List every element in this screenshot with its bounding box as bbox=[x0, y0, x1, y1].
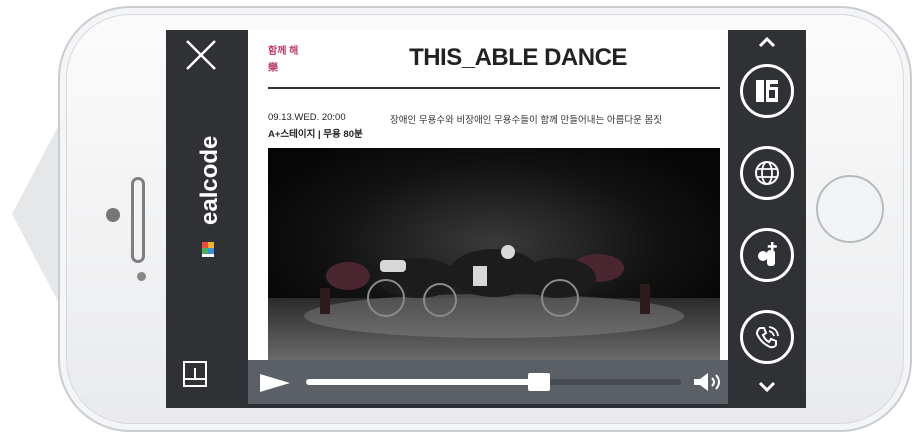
player-bar bbox=[248, 360, 728, 404]
event-tag-line: 함께 해 bbox=[268, 46, 299, 57]
phone-sensor bbox=[137, 272, 146, 281]
phone-glyph bbox=[755, 326, 779, 349]
add-favorite-icon[interactable] bbox=[740, 228, 794, 282]
phone-home-button[interactable] bbox=[816, 175, 884, 243]
chevron-down-icon[interactable] bbox=[757, 381, 777, 393]
event-date-time: 09.13.WED. 20:00 bbox=[268, 112, 346, 123]
left-panel: ealcode bbox=[166, 30, 248, 408]
event-tag-line: 樂 bbox=[268, 63, 278, 74]
event-title: THIS_ABLE DANCE bbox=[409, 44, 627, 71]
progress-fill bbox=[306, 379, 539, 385]
event-detail-page: 함께 해 樂 THIS_ABLE DANCE 09.13.WED. 20:00 … bbox=[248, 30, 728, 360]
globe-icon[interactable] bbox=[740, 146, 794, 200]
right-panel bbox=[728, 30, 806, 408]
event-description: 장애인 무용수와 비장애인 무용수들이 함께 만들어내는 아름다운 몸짓 bbox=[390, 115, 662, 126]
phone-front-camera bbox=[106, 208, 120, 222]
play-icon[interactable] bbox=[258, 372, 292, 394]
brand-logo-icon bbox=[202, 242, 214, 257]
share-icon[interactable] bbox=[740, 64, 794, 118]
progress-thumb[interactable] bbox=[527, 373, 550, 391]
progress-slider[interactable] bbox=[306, 373, 681, 391]
share-glyph bbox=[756, 80, 778, 102]
globe-glyph bbox=[755, 161, 779, 185]
app-screen: ealcode 함께 해 樂 THIS_ABLE DANCE 09.13.WED… bbox=[166, 30, 806, 408]
bookmark-icon[interactable] bbox=[182, 360, 208, 388]
title-divider bbox=[268, 87, 720, 89]
event-tag: 함께 해 樂 bbox=[268, 43, 328, 77]
event-venue-genre: A+스테이지 | 무용 80분 bbox=[268, 129, 363, 140]
phone-icon[interactable] bbox=[740, 310, 794, 364]
phone-speaker bbox=[131, 177, 145, 263]
volume-icon[interactable] bbox=[692, 371, 728, 393]
performance-photo bbox=[268, 148, 720, 360]
add-favorite-glyph bbox=[758, 242, 777, 266]
chevron-up-icon[interactable] bbox=[757, 36, 777, 48]
brand-logo-text: ealcode bbox=[196, 135, 223, 225]
close-icon[interactable] bbox=[184, 38, 218, 72]
audio-player bbox=[248, 360, 728, 408]
